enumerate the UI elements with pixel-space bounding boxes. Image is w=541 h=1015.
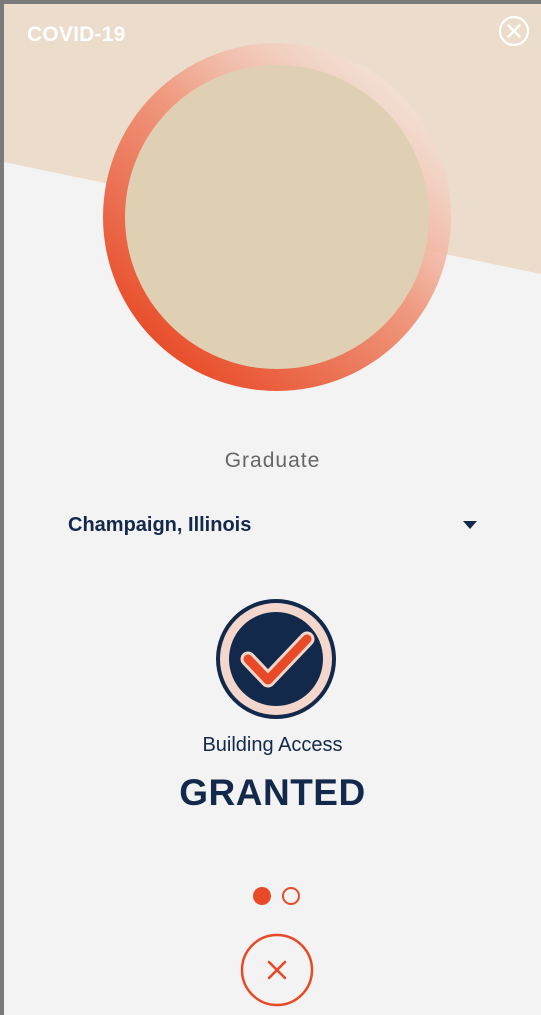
status-label: Building Access (202, 734, 343, 756)
caret-down-icon (463, 521, 477, 529)
avatar (103, 43, 451, 391)
location-selected: Champaign, Illinois (68, 514, 252, 536)
page-indicator (251, 886, 303, 906)
covid-status-screen: COVID-19 Graduate Champaign, Illinois Bu… (4, 4, 541, 1015)
access-status-badge (216, 599, 336, 719)
close-icon[interactable] (498, 15, 530, 47)
dismiss-button[interactable] (240, 933, 314, 1007)
location-dropdown[interactable]: Champaign, Illinois (66, 508, 478, 548)
page-dot-1[interactable] (253, 887, 271, 905)
close-icon (267, 960, 287, 980)
page-dot-2[interactable] (282, 887, 300, 905)
status-value: GRANTED (179, 772, 366, 813)
user-role: Graduate (224, 449, 321, 472)
avatar-photo (125, 65, 429, 369)
